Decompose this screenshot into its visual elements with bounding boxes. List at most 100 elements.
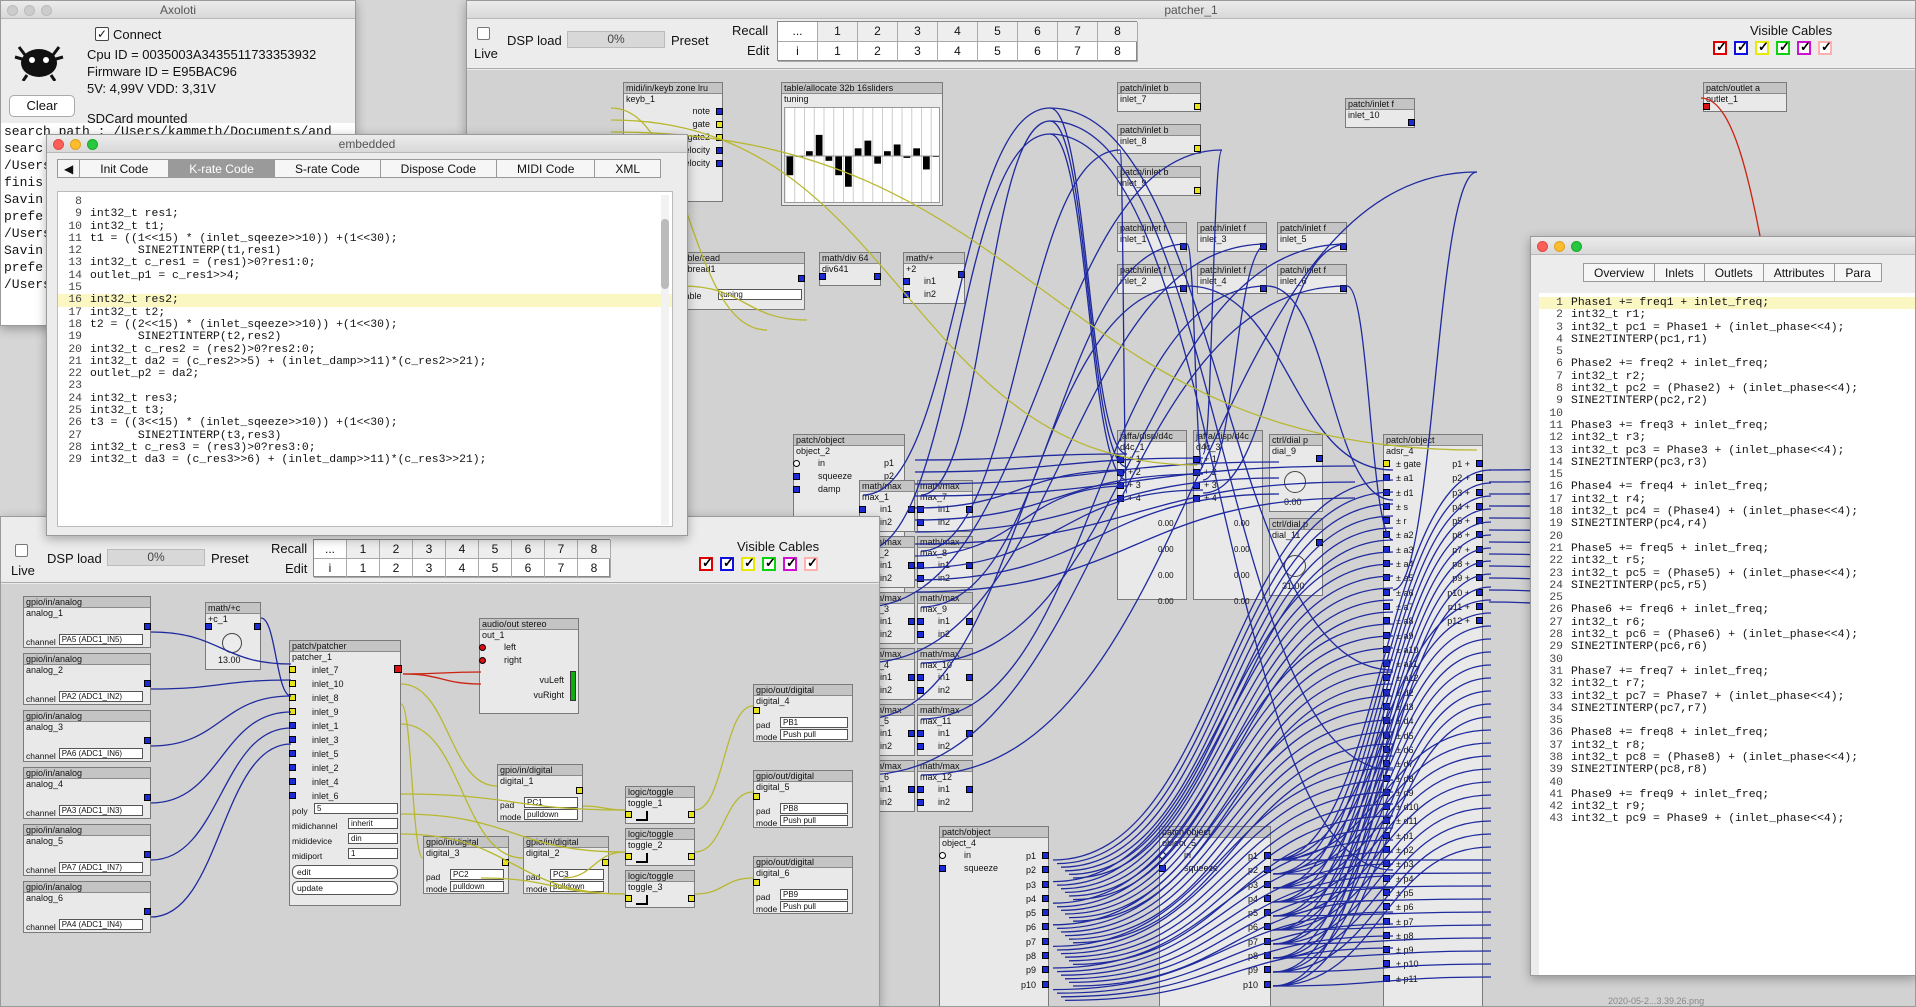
inlet-in2[interactable]: in2 <box>917 628 972 641</box>
tab-outlets[interactable]: Outlets <box>1704 263 1764 282</box>
obj-inlet-1[interactable]: patch/inlet f inlet_1 <box>1117 222 1187 252</box>
obj-object-5[interactable]: patch/object object_5 in squeeze p1 p2 p3 p… <box>1159 826 1271 1006</box>
recall-preset-7[interactable]: 7 <box>1058 22 1098 42</box>
tab-inlets[interactable]: Inlets <box>1655 263 1705 282</box>
inlet-3[interactable]: + 3 <box>1117 479 1186 492</box>
patcher-update-button[interactable]: update <box>292 881 398 895</box>
sub-recall-1[interactable]: 1 <box>347 540 380 559</box>
patch-cable[interactable] <box>1049 120 1128 468</box>
mididevice-select[interactable]: din <box>348 833 398 844</box>
sub-edit-3[interactable]: 3 <box>413 559 446 578</box>
channel-select[interactable]: PA3 (ADC1_IN3) <box>58 805 143 816</box>
cable-toggle-pink[interactable] <box>1818 39 1832 55</box>
tab-dispose-code[interactable]: Dispose Code <box>380 159 498 178</box>
obj-dial-11[interactable]: ctrl/dial p dial_11 31.00 <box>1269 518 1323 596</box>
pad-select[interactable]: PB1 <box>780 717 848 728</box>
patch-cable[interactable] <box>150 679 292 690</box>
obj-inlet-10[interactable]: patch/inlet f inlet_10 <box>1345 98 1415 128</box>
obj-inlet-7[interactable]: patch/inlet b inlet_7 <box>1117 82 1201 112</box>
live-checkbox[interactable] <box>477 27 490 40</box>
inlet-4[interactable]: + 4 <box>1193 492 1262 505</box>
inlet-d8[interactable]: ± d8 <box>1383 772 1421 786</box>
obj-inlet-2[interactable]: patch/inlet f inlet_2 <box>1117 264 1187 294</box>
sub-edit-6[interactable]: 6 <box>512 559 545 578</box>
outlet-p8[interactable]: p8 <box>1021 949 1049 963</box>
cable-toggle-yellow[interactable] <box>1755 39 1769 55</box>
inlet-r[interactable]: ± r <box>1383 514 1421 528</box>
obj-math-div64[interactable]: math/div 64 div641 <box>819 252 881 286</box>
connect-checkbox[interactable]: ✓ <box>95 27 109 41</box>
outlet-p1[interactable]: p1 <box>1021 849 1049 863</box>
outlet-p3[interactable]: p3 <box>1243 878 1271 892</box>
obj-analog-4[interactable]: gpio/in/analog analog_4 channel PA3 (ADC1_I… <box>23 767 151 819</box>
outlet-p10[interactable]: p10 + <box>1447 586 1483 600</box>
table-slider-bar[interactable] <box>913 148 920 156</box>
inlet-p1[interactable]: ± p1 <box>1383 829 1421 843</box>
sub-live-checkbox[interactable] <box>15 544 28 557</box>
patch-cable[interactable] <box>694 877 754 895</box>
outlet-gate[interactable]: gate <box>624 118 723 131</box>
sub-edit-2[interactable]: 2 <box>380 559 413 578</box>
recall-preset-5[interactable]: 5 <box>978 22 1018 42</box>
midiport-select[interactable]: 1 <box>348 848 398 859</box>
inlet-3[interactable]: + 3 <box>1193 479 1262 492</box>
sub-cable-toggle-blue[interactable] <box>720 555 734 571</box>
minimize-button[interactable] <box>70 139 81 150</box>
close-button[interactable] <box>53 139 64 150</box>
obj-max-9[interactable]: math/max max_9 in1 in2 <box>917 592 973 644</box>
krate-code-editor[interactable]: 8 9 int32_t res1; 10 int32_t t1; 11 t1 = ((1<<… <box>57 191 673 527</box>
poly-select[interactable]: 5 <box>314 803 398 814</box>
obj-max-10[interactable]: math/max max_10 in1 in2 <box>917 648 973 700</box>
outlet-p8[interactable]: p8 <box>1243 949 1271 963</box>
obj-digital-4[interactable]: gpio/out/digital digital_4 pad PB1 mode Push … <box>753 684 853 742</box>
toggle-icon[interactable] <box>636 853 648 863</box>
inlet-1[interactable]: + 1 <box>1193 453 1262 466</box>
table-slider-bar[interactable] <box>786 156 794 176</box>
outlet-p10[interactable]: p10 <box>1021 978 1049 992</box>
table-slider-bar[interactable] <box>806 151 813 156</box>
cable-toggle-green[interactable] <box>1776 39 1790 55</box>
pad-select[interactable]: PC2 <box>450 869 504 880</box>
inlet-in1[interactable]: in1 <box>917 615 973 628</box>
obj-analog-3[interactable]: gpio/in/analog analog_3 channel PA6 (ADC1_I… <box>23 710 151 762</box>
channel-select[interactable]: PA5 (ADC1_IN5) <box>58 634 143 645</box>
obj-patch-patcher[interactable]: patch/patcher patcher_1 inlet_7 inlet_10 i… <box>289 640 402 906</box>
edit-preset-5[interactable]: 5 <box>978 42 1018 62</box>
inlet-a4[interactable]: ± a4 <box>1383 557 1421 571</box>
outlet-p3[interactable]: p3 + <box>1447 486 1483 500</box>
table-slider-bar[interactable] <box>854 148 862 156</box>
inlet-in1[interactable]: in1 <box>917 503 973 516</box>
outlet-p6[interactable]: p6 <box>1021 920 1049 934</box>
inlet-a7[interactable]: ± a7 <box>1383 600 1421 614</box>
inlet-inlet_2[interactable]: inlet_2 <box>289 761 344 775</box>
obj-math-plus-c[interactable]: math/+c +c_1 13.00 <box>205 602 261 670</box>
table-slider-bar[interactable] <box>923 156 930 170</box>
inlet-a1[interactable]: ± a1 <box>1383 471 1421 485</box>
patcher-edit-button[interactable]: edit <box>292 865 398 879</box>
dial-knob[interactable] <box>1284 471 1306 493</box>
tab-scroll-left-icon[interactable]: ◀ <box>57 159 81 178</box>
pad-select[interactable]: PB8 <box>780 803 848 814</box>
toggle-icon[interactable] <box>636 895 648 905</box>
inlet-4[interactable]: + 4 <box>1117 492 1186 505</box>
obj-inlet-5[interactable]: patch/inlet f inlet_5 <box>1277 222 1347 252</box>
obj-digital-3[interactable]: gpio/in/digital digital_3 pad PC2 mode pulldo… <box>423 836 509 894</box>
inlet-inlet_5[interactable]: inlet_5 <box>289 747 344 761</box>
outlet-p4[interactable]: p4 <box>1021 892 1049 906</box>
patch-cable[interactable] <box>694 705 754 811</box>
patch-cable[interactable] <box>582 805 626 811</box>
channel-select[interactable]: PA4 (ADC1_IN4) <box>58 919 143 930</box>
inlet-inlet_7[interactable]: inlet_7 <box>289 663 344 677</box>
inlet-a9[interactable]: ± a9 <box>1383 629 1421 643</box>
inlet-d7[interactable]: ± d7 <box>1383 757 1421 771</box>
channel-select[interactable]: PA2 (ADC1_IN2) <box>58 691 143 702</box>
inlet-inlet_10[interactable]: inlet_10 <box>289 677 344 691</box>
channel-select[interactable]: PA7 (ADC1_IN7) <box>58 862 143 873</box>
obj-table-read[interactable]: table/read tabread1 table tuning <box>677 252 805 310</box>
inlet-d2[interactable]: ± d2 <box>1383 686 1421 700</box>
edit-preset-8[interactable]: 8 <box>1098 42 1138 62</box>
outlet-p3[interactable]: p3 <box>1021 878 1049 892</box>
sub-edit-1[interactable]: 1 <box>347 559 380 578</box>
outlet-p7[interactable]: p7 <box>1243 935 1271 949</box>
inlet-inlet_1[interactable]: inlet_1 <box>289 719 344 733</box>
